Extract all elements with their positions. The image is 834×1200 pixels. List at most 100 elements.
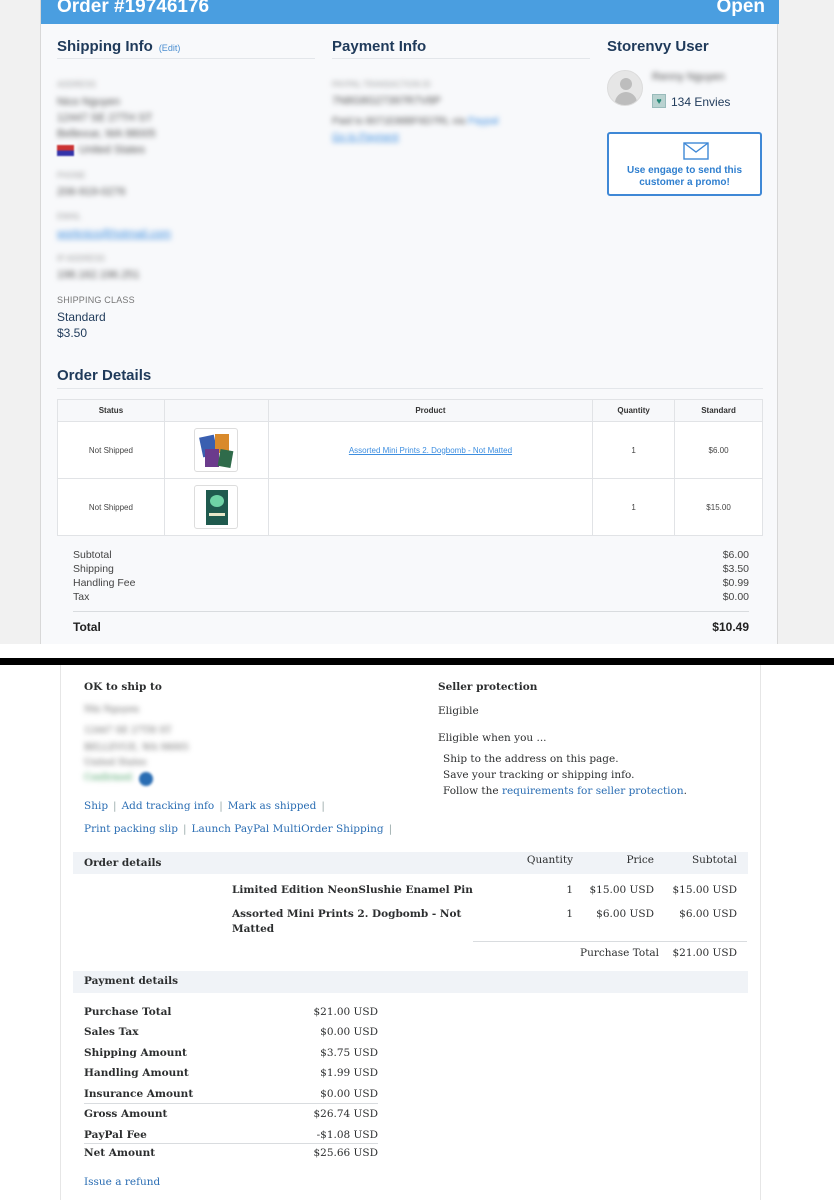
go-to-payment-link[interactable]: Go to Payment — [332, 132, 399, 143]
divider — [84, 1103, 378, 1104]
protection-step: Ship to the address on this page. — [443, 753, 619, 765]
row-thumb — [163, 478, 269, 536]
add-tracking-link[interactable]: Add tracking info — [122, 800, 215, 812]
payment-label: Purchase Total — [84, 1006, 172, 1018]
order-card: Order #19746176 Open Shipping Info (Edit)… — [40, 0, 779, 644]
storenvy-order-panel: Order #19746176 Open Shipping Info (Edit)… — [0, 0, 834, 644]
divider — [760, 665, 761, 1200]
payment-label: Insurance Amount — [84, 1088, 194, 1100]
us-flag-icon — [57, 145, 74, 156]
confirmed-status: Confirmed — [84, 773, 133, 783]
txn-id: 7N8G8G27397R7V8P — [332, 95, 441, 107]
ship-address-line: Nhi Nguyen — [84, 705, 140, 715]
product-thumbnail[interactable] — [194, 485, 239, 529]
totals-value: $0.00 — [722, 591, 749, 603]
pp-item-qty: 1 — [566, 908, 573, 920]
address-line: 12447 SE 27TH ST — [57, 112, 153, 124]
storenvy-user-title: Storenvy User — [607, 38, 709, 55]
pp-item-subtotal: $15.00 USD — [672, 884, 737, 896]
divider — [473, 941, 747, 942]
link-separator: | — [388, 823, 393, 835]
protection-step: Follow the requirements for seller prote… — [443, 785, 687, 797]
row-status: Not Shipped — [57, 421, 165, 479]
address-label: ADDRESS — [57, 80, 96, 89]
row-price: $6.00 — [674, 421, 763, 479]
totals-value: $3.50 — [722, 563, 749, 575]
pp-purchase-total-value: $21.00 USD — [672, 947, 737, 959]
envelope-icon — [683, 142, 709, 160]
totals-value: $6.00 — [722, 549, 749, 561]
pp-col-subtotal: Subtotal — [691, 854, 737, 866]
issue-refund-link[interactable]: Issue a refund — [84, 1176, 160, 1188]
totals-label: Handling Fee — [73, 577, 136, 589]
link-separator: | — [183, 823, 187, 835]
table-row: Not Shipped 1 $15.00 — [57, 478, 763, 536]
eligible-when-text: Eligible when you ... — [438, 732, 547, 744]
divider — [57, 388, 763, 389]
order-title: Order #19746176 — [57, 0, 210, 17]
paid-to-line: Paid to 8071E88BF6D7RL via Paypal — [332, 116, 498, 127]
product-link[interactable]: Assorted Mini Prints 2. Dogbomb - Not Ma… — [349, 446, 512, 455]
ip-value: 198.162.196.251 — [57, 269, 140, 281]
table-row: Not Shipped Assorted Mini Prints 2. Dogb… — [57, 421, 763, 479]
pp-purchase-total-label: Purchase Total — [580, 947, 660, 959]
totals-label: Subtotal — [73, 549, 112, 561]
order-items-table: Status Product Quantity Standard Not Shi… — [57, 399, 763, 536]
order-header: Order #19746176 Open — [41, 0, 779, 24]
row-product: Assorted Mini Prints 2. Dogbomb - Not Ma… — [267, 421, 594, 479]
total-value: $10.49 — [712, 620, 749, 634]
col-quantity: Quantity — [592, 399, 676, 422]
email-link[interactable]: worknico@hotmail.com — [57, 228, 171, 240]
engage-promo-button[interactable]: Use engage to send this customer a promo… — [607, 132, 762, 196]
row-product — [267, 478, 594, 536]
seller-protection-status: Eligible — [438, 705, 479, 717]
address-line: Nico Nguyen — [57, 96, 120, 108]
avatar[interactable] — [607, 70, 643, 106]
paid-to-text: Paid to 8071E88BF6D7RL via — [332, 116, 466, 127]
payment-label: Handling Amount — [84, 1067, 189, 1079]
payment-value: $1.99 USD — [320, 1067, 378, 1079]
shipping-info-title: Shipping Info (Edit) — [57, 38, 180, 55]
payment-details-title: Payment details — [84, 975, 179, 987]
ship-address-line: BELLEVUE, WA 98005 — [84, 743, 189, 753]
totals-label: Shipping — [73, 563, 114, 575]
payment-value: $25.66 USD — [313, 1147, 378, 1159]
ship-link[interactable]: Ship — [84, 800, 108, 812]
row-thumb — [163, 421, 269, 479]
divider-bar — [0, 658, 834, 665]
print-packing-slip-link[interactable]: Print packing slip — [84, 823, 178, 835]
seller-protection-title: Seller protection — [438, 681, 538, 693]
pp-item-qty: 1 — [566, 884, 573, 896]
pp-item-name-cont: Matted — [232, 923, 275, 935]
shipping-price-value: $3.50 — [57, 326, 88, 340]
mark-shipped-link[interactable]: Mark as shipped — [228, 800, 317, 812]
address-line: Bellevue, WA 98005 — [57, 128, 156, 140]
link-separator: | — [113, 800, 117, 812]
row-price: $15.00 — [674, 478, 763, 536]
username[interactable]: Renny Nguyen — [652, 71, 725, 83]
product-thumbnail[interactable] — [194, 428, 239, 472]
payment-label: Sales Tax — [84, 1026, 139, 1038]
confirmed-check-icon — [139, 772, 153, 786]
pp-item-name: Limited Edition NeonSlushie Enamel Pin — [232, 884, 473, 896]
pp-item-price: $6.00 USD — [596, 908, 654, 920]
paypal-transaction-panel: OK to ship to Nhi Nguyen 12447 SE 27TH S… — [0, 665, 834, 1200]
order-status: Open — [716, 0, 765, 17]
envy-heart-icon: ♥ — [652, 94, 666, 108]
seller-protection-requirements-link[interactable]: requirements for seller protection — [502, 785, 684, 797]
divider — [73, 611, 749, 612]
address-line: United States — [79, 144, 146, 156]
payment-label: PayPal Fee — [84, 1129, 147, 1141]
phone-label: PHONE — [57, 171, 86, 180]
pp-col-price: Price — [626, 854, 654, 866]
col-product: Product — [267, 399, 594, 422]
edit-shipping-link[interactable]: (Edit) — [159, 43, 181, 53]
payment-value: $0.00 USD — [320, 1088, 378, 1100]
ship-address-line: United States — [84, 758, 147, 768]
pp-order-details-title: Order details — [84, 857, 162, 869]
table-header-row: Status Product Quantity Standard — [57, 399, 763, 422]
shipping-info-heading: Shipping Info — [57, 38, 153, 55]
multiorder-shipping-link[interactable]: Launch PayPal MultiOrder Shipping — [192, 823, 384, 835]
link-separator: | — [321, 800, 325, 812]
pp-item-name: Assorted Mini Prints 2. Dogbomb - Not — [232, 908, 462, 920]
